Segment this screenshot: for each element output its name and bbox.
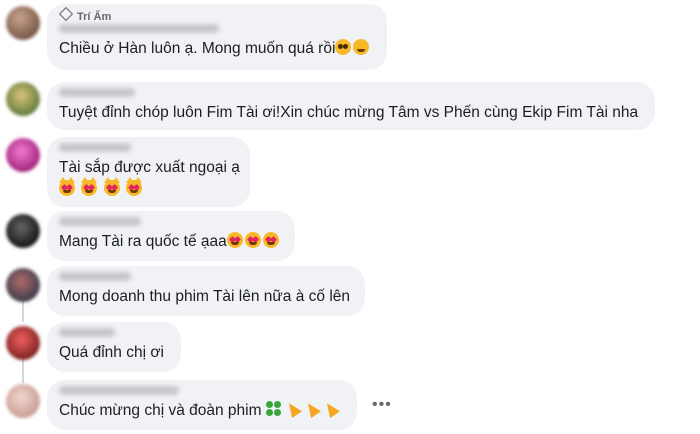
author-name[interactable] (59, 272, 353, 286)
comment-text: Tài sắp được xuất ngoại ạ (59, 159, 240, 176)
comment-text: Mang Tài ra quốc tế ạaa (59, 231, 283, 253)
comment-text: Mong doanh thu phim Tài lên nữa à cố lên (59, 288, 351, 305)
heart-eyes-icon (262, 232, 279, 248)
pleading-face-icon (335, 39, 352, 55)
avatar[interactable] (6, 138, 40, 172)
smiling-face-with-tear-icon (353, 39, 370, 55)
comment-text: Tuyệt đỉnh chóp luôn Fim Tài ơi!Xin chúc… (59, 104, 639, 121)
comment-text: Quá đỉnh chị ơi (59, 344, 164, 361)
heart-eyes-cat-icon (103, 177, 120, 196)
avatar[interactable] (6, 214, 40, 248)
four-leaf-clover-icon (265, 401, 282, 417)
avatar[interactable] (6, 6, 40, 40)
more-options-button[interactable]: ••• (372, 396, 392, 414)
avatar[interactable] (6, 268, 40, 302)
heart-eyes-cat-icon (59, 177, 75, 196)
avatar[interactable] (6, 82, 40, 116)
comment-bubble: Tài sắp được xuất ngoại ạ (47, 137, 250, 207)
heart-eyes-cat-icon (81, 177, 98, 196)
avatar[interactable] (6, 326, 40, 360)
heart-eyes-icon (244, 232, 261, 248)
heart-eyes-icon (226, 232, 243, 248)
party-popper-icon (302, 399, 321, 419)
author-name[interactable] (59, 217, 283, 231)
comment-bubble: Quá đỉnh chị ơi (47, 322, 181, 372)
diamond-icon (58, 6, 74, 22)
author-name[interactable] (59, 143, 238, 157)
comment-text: Chúc mừng chị và đoàn phim (59, 399, 345, 422)
party-popper-icon (283, 399, 302, 419)
comment-bubble: Mang Tài ra quốc tế ạaa (47, 211, 295, 261)
heart-eyes-cat-icon (125, 177, 142, 196)
comment-bubble: Trí Ấm Chiều ở Hàn luôn ạ. Mong muốn quá… (47, 4, 387, 70)
badge-label: Trí Ấm (77, 11, 112, 23)
party-popper-icon (321, 399, 340, 419)
emoji-row (59, 177, 238, 201)
comment-text: Chiều ở Hàn luôn ạ. Mong muốn quá rồi (59, 38, 375, 60)
author-name[interactable] (59, 88, 643, 102)
author-name[interactable] (59, 328, 169, 342)
author-name[interactable] (59, 24, 375, 38)
fan-badge: Trí Ấm (58, 6, 375, 23)
comment-bubble: Tuyệt đỉnh chóp luôn Fim Tài ơi!Xin chúc… (47, 82, 655, 130)
author-name[interactable] (59, 386, 345, 400)
comment-bubble: Chúc mừng chị và đoàn phim (47, 380, 357, 430)
avatar[interactable] (6, 384, 40, 418)
comment-bubble: Mong doanh thu phim Tài lên nữa à cố lên (47, 266, 365, 316)
